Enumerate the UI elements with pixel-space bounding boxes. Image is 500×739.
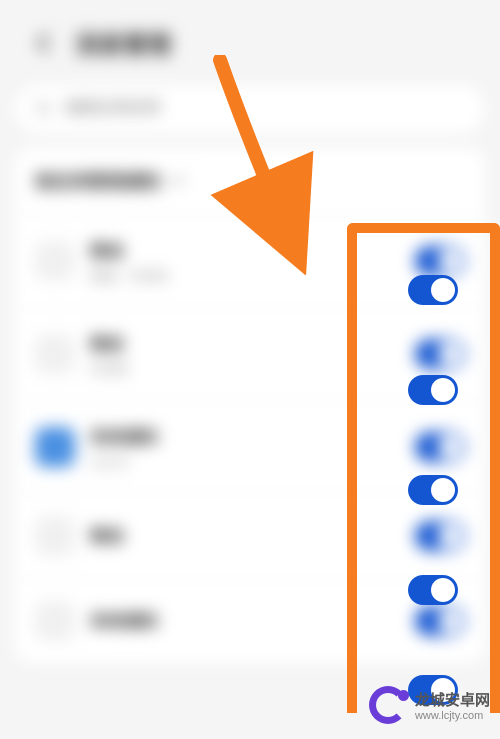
- item-title: 微信: [90, 522, 400, 547]
- toggle-switch[interactable]: [415, 246, 465, 276]
- toggle-switch[interactable]: [415, 432, 465, 462]
- item-content: 微信 横幅、声音等: [90, 237, 400, 285]
- list-item[interactable]: 微信 声音等: [15, 307, 485, 400]
- app-icon: [35, 334, 75, 374]
- item-title: 微信: [90, 330, 400, 355]
- item-content: 微信: [90, 522, 400, 551]
- item-title: 系统通知: [90, 607, 400, 632]
- toggle-switch[interactable]: [415, 339, 465, 369]
- list-item[interactable]: 系统通知 已允许: [15, 400, 485, 493]
- item-title: 微信: [90, 237, 400, 262]
- app-icon: [35, 241, 75, 281]
- app-icon: [35, 516, 75, 556]
- app-icon: [35, 427, 75, 467]
- app-icon: [35, 601, 75, 641]
- settings-panel: 按应用管理通知 微信 横幅、声音等 微信 声音等 系统通知 已允许 微信: [15, 148, 485, 663]
- chevron-down-icon: [171, 176, 185, 186]
- panel-title: 按应用管理通知: [35, 168, 161, 194]
- page-title: 消息管理: [75, 25, 171, 60]
- list-item[interactable]: 微信 横幅、声音等: [15, 214, 485, 307]
- item-content: 系统通知 已允许: [90, 423, 400, 471]
- item-content: 微信 声音等: [90, 330, 400, 378]
- list-item[interactable]: 微信: [15, 493, 485, 578]
- item-subtitle: 已允许: [90, 452, 400, 471]
- back-button[interactable]: [30, 30, 55, 55]
- panel-header: 按应用管理通知: [15, 148, 485, 214]
- toggle-switch[interactable]: [415, 521, 465, 551]
- item-subtitle: 声音等: [90, 359, 400, 378]
- item-content: 系统通知: [90, 607, 400, 636]
- search-icon: [35, 100, 53, 118]
- toggle-switch[interactable]: [415, 606, 465, 636]
- search-container[interactable]: [15, 85, 485, 133]
- item-subtitle: 横幅、声音等: [90, 266, 400, 285]
- header: 消息管理: [0, 0, 500, 85]
- list-item[interactable]: 系统通知: [15, 578, 485, 663]
- search-input[interactable]: [65, 100, 465, 118]
- chevron-left-icon: [37, 33, 49, 53]
- item-title: 系统通知: [90, 423, 400, 448]
